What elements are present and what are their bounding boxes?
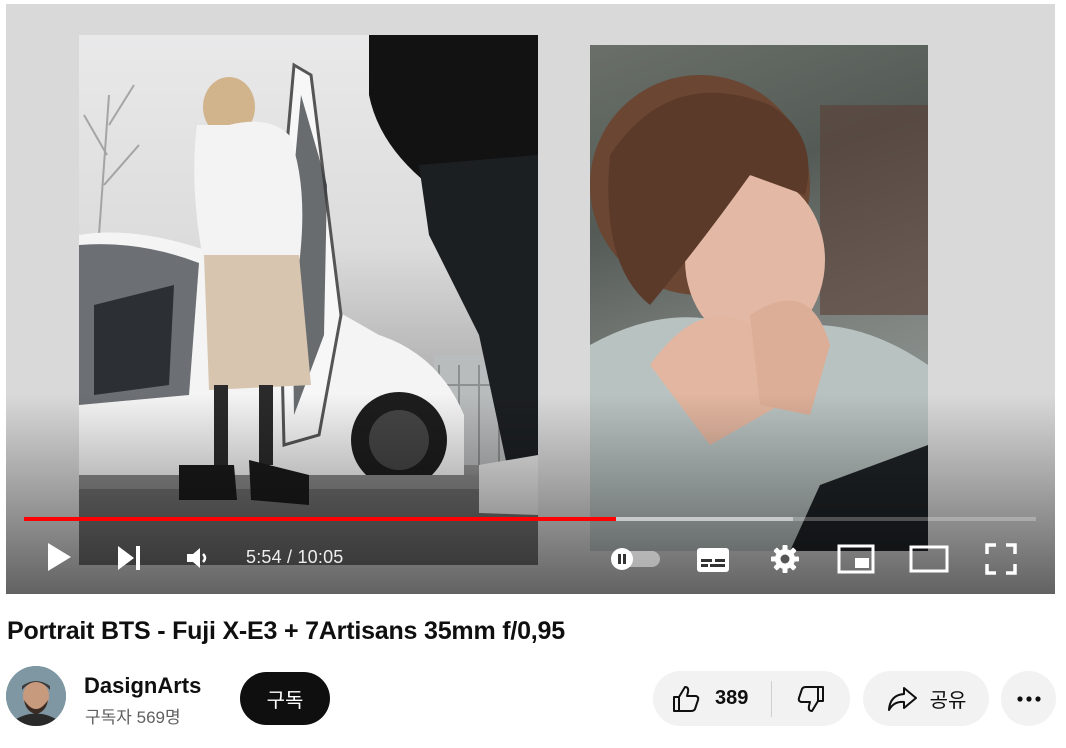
play-button[interactable] bbox=[42, 540, 76, 574]
captions-button[interactable] bbox=[694, 543, 732, 577]
dislike-button[interactable] bbox=[772, 671, 850, 726]
play-icon bbox=[48, 543, 71, 571]
share-button[interactable]: 공유 bbox=[863, 671, 989, 726]
share-label: 공유 bbox=[929, 688, 967, 712]
time-display: 5:54 / 10:05 bbox=[246, 547, 344, 568]
captions-icon bbox=[697, 548, 729, 572]
miniplayer-icon bbox=[837, 544, 875, 574]
video-player[interactable]: 5:54 / 10:05 bbox=[6, 4, 1055, 594]
miniplayer-button[interactable] bbox=[836, 542, 876, 576]
time-separator: / bbox=[281, 547, 298, 567]
theater-mode-icon bbox=[909, 545, 949, 573]
video-title: Portrait BTS - Fuji X-E3 + 7Artisans 35m… bbox=[7, 617, 565, 645]
subscriber-count: 구독자 569명 bbox=[85, 708, 181, 727]
progress-played bbox=[24, 517, 617, 521]
progress-bar[interactable] bbox=[24, 517, 1036, 521]
fullscreen-icon bbox=[985, 543, 1017, 575]
more-horizontal-icon bbox=[1016, 695, 1041, 702]
thumbs-down-icon bbox=[797, 685, 824, 712]
like-button[interactable]: 389 bbox=[653, 671, 771, 726]
next-button[interactable] bbox=[112, 541, 146, 575]
like-count: 389 bbox=[715, 687, 749, 709]
volume-button[interactable] bbox=[181, 541, 215, 575]
channel-name[interactable]: DasignArts bbox=[84, 673, 201, 699]
like-dislike-group: 389 bbox=[653, 671, 850, 726]
volume-icon bbox=[187, 548, 207, 568]
avatar-image bbox=[6, 666, 66, 726]
controls-gradient bbox=[6, 394, 1055, 594]
subscribe-button[interactable]: 구독 bbox=[240, 672, 330, 725]
next-icon bbox=[118, 546, 140, 570]
autoplay-toggle-icon bbox=[611, 548, 660, 570]
autoplay-toggle[interactable] bbox=[608, 544, 664, 574]
theater-mode-button[interactable] bbox=[908, 542, 950, 576]
fullscreen-button[interactable] bbox=[983, 541, 1019, 577]
settings-button[interactable] bbox=[768, 542, 802, 576]
channel-avatar[interactable] bbox=[6, 666, 66, 726]
gear-icon bbox=[771, 545, 799, 573]
more-actions-button[interactable] bbox=[1001, 671, 1056, 726]
time-total: 10:05 bbox=[297, 547, 344, 567]
time-current: 5:54 bbox=[246, 547, 282, 567]
share-icon bbox=[887, 686, 917, 711]
thumbs-up-icon bbox=[673, 685, 700, 712]
